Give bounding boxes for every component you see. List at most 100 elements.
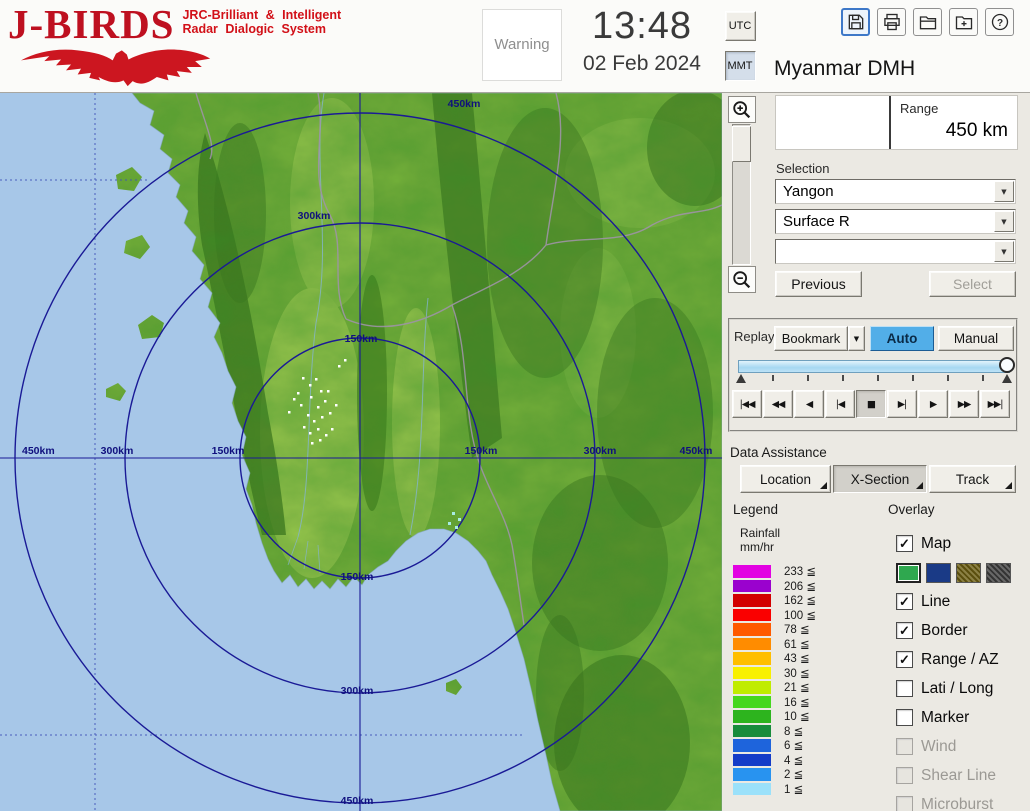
previous-button[interactable]: Previous xyxy=(775,271,862,297)
legend-row: 8 ≦ xyxy=(733,724,816,739)
legend-row-label: 10 ≦ xyxy=(784,709,810,723)
overlay-item-label: Map xyxy=(921,535,951,553)
site-select[interactable]: Yangon ▼ xyxy=(775,179,1016,204)
range-label-bottom-300: 300km xyxy=(341,685,374,697)
legend-color-swatch xyxy=(733,638,771,651)
zoom-scrollbar-thumb[interactable] xyxy=(732,126,751,162)
save-icon xyxy=(846,12,866,32)
legend-row-label: 4 ≦ xyxy=(784,753,803,767)
legend-color-swatch xyxy=(733,710,771,723)
open-folder-button[interactable] xyxy=(913,8,942,36)
bookmark-dropdown-icon[interactable]: ▼ xyxy=(848,326,865,351)
lati-long-checkbox[interactable] xyxy=(896,680,913,697)
track-button[interactable]: Track xyxy=(929,465,1016,493)
bookmark-button[interactable]: Bookmark xyxy=(774,326,848,351)
open-folder-icon xyxy=(918,12,938,32)
overlay-item-shear-line: Shear Line xyxy=(896,761,1028,790)
legend-row: 30 ≦ xyxy=(733,666,816,681)
legend-row: 1 ≦ xyxy=(733,782,816,797)
legend-row-label: 43 ≦ xyxy=(784,651,810,665)
location-button[interactable]: Location xyxy=(740,465,831,493)
chevron-down-icon[interactable]: ▼ xyxy=(994,241,1014,262)
map-checkbox[interactable]: ✓ xyxy=(896,535,913,552)
import-folder-button[interactable] xyxy=(949,8,978,36)
chevron-down-icon[interactable]: ▼ xyxy=(994,211,1014,232)
legend-color-swatch xyxy=(733,754,771,767)
legend-row: 162 ≦ xyxy=(733,593,816,608)
range-az-checkbox[interactable]: ✓ xyxy=(896,651,913,668)
print-button[interactable] xyxy=(877,8,906,36)
overlay-item-label: Marker xyxy=(921,709,969,727)
legend-row: 206 ≦ xyxy=(733,579,816,594)
legend-row-label: 1 ≦ xyxy=(784,782,803,796)
map-color-gray-swatch[interactable] xyxy=(986,563,1011,583)
timeline-track[interactable] xyxy=(738,360,1010,373)
map-color-olive-swatch[interactable] xyxy=(956,563,981,583)
product-select-value: Surface R xyxy=(783,213,850,230)
help-button[interactable]: ? xyxy=(985,8,1014,36)
extra-select[interactable]: ▼ xyxy=(775,239,1016,264)
save-button[interactable] xyxy=(841,8,870,36)
eagle-logo-icon xyxy=(10,47,222,87)
manual-mode-button[interactable]: Manual xyxy=(938,326,1014,351)
range-label-right-150: 150km xyxy=(465,445,498,457)
overlay-item-label: Line xyxy=(921,593,950,611)
playback-step-forward[interactable]: ▶| xyxy=(887,390,917,418)
legend-row: 233 ≦ xyxy=(733,564,816,579)
site-select-value: Yangon xyxy=(783,183,834,200)
playback-stop[interactable]: ■ xyxy=(856,390,886,418)
warning-label: Warning xyxy=(494,36,549,53)
overlay-title: Overlay xyxy=(888,502,935,517)
radar-map[interactable]: 450km 300km 150km 450km 300km 150km 150k… xyxy=(0,93,722,811)
legend-row: 100 ≦ xyxy=(733,608,816,623)
jbirds-app: J-BIRDS JRC-Brilliant & Intelligent Rada… xyxy=(0,0,1030,811)
playback-fast-rewind[interactable]: ◀◀ xyxy=(763,390,793,418)
map-color-green-swatch[interactable] xyxy=(896,563,921,583)
legend-color-swatch xyxy=(733,696,771,709)
playback-fast-forward[interactable]: ▶▶ xyxy=(949,390,979,418)
range-label-top-450: 450km xyxy=(448,98,481,110)
legend-color-swatch xyxy=(733,580,771,593)
replay-timeline xyxy=(738,358,1010,386)
playback-skip-to-start[interactable]: |◀◀ xyxy=(732,390,762,418)
legend-row-label: 61 ≦ xyxy=(784,637,810,651)
auto-mode-button[interactable]: Auto xyxy=(870,326,934,351)
range-label: Range xyxy=(900,101,938,116)
range-label-bottom-150: 150km xyxy=(341,571,374,583)
legend-row-label: 206 ≦ xyxy=(784,579,816,593)
utc-button[interactable]: UTC xyxy=(725,11,756,41)
legend-row: 4 ≦ xyxy=(733,753,816,768)
xsection-button[interactable]: X-Section xyxy=(833,465,927,493)
playback-skip-to-end[interactable]: ▶▶| xyxy=(980,390,1010,418)
header: J-BIRDS JRC-Brilliant & Intelligent Rada… xyxy=(0,0,1030,93)
border-checkbox[interactable]: ✓ xyxy=(896,622,913,639)
overlay-item-label: Range / AZ xyxy=(921,651,999,669)
zoom-control xyxy=(725,96,758,293)
zoom-in-button[interactable] xyxy=(728,96,756,123)
map-color-navy-swatch[interactable] xyxy=(926,563,951,583)
playback-play-reverse[interactable]: ◀ xyxy=(794,390,824,418)
timeline-thumb[interactable] xyxy=(999,357,1015,373)
import-folder-icon xyxy=(954,12,974,32)
zoom-out-button[interactable] xyxy=(728,266,756,293)
map-color-scheme-row xyxy=(896,558,1028,587)
zoom-scrollbar-track[interactable] xyxy=(732,124,751,265)
line-checkbox[interactable]: ✓ xyxy=(896,593,913,610)
map-svg: 450km 300km 150km 450km 300km 150km 150k… xyxy=(0,93,722,811)
playback-step-back[interactable]: |◀ xyxy=(825,390,855,418)
overlay-item-lati-long: Lati / Long xyxy=(896,674,1028,703)
control-panel: Range 450 km Selection Yangon ▼ Surface … xyxy=(722,93,1030,811)
chevron-down-icon[interactable]: ▼ xyxy=(994,181,1014,202)
shear-line-checkbox xyxy=(896,767,913,784)
playback-controls: |◀◀ ◀◀ ◀ |◀ ■ ▶| ▶ ▶▶ ▶▶| xyxy=(732,390,1010,418)
replay-label: Replay xyxy=(734,329,774,344)
mmt-button[interactable]: MMT xyxy=(725,51,756,81)
playback-play[interactable]: ▶ xyxy=(918,390,948,418)
logo-subtitle-line1: JRC-Brilliant & Intelligent xyxy=(182,8,341,22)
help-icon: ? xyxy=(990,12,1010,32)
marker-checkbox[interactable] xyxy=(896,709,913,726)
product-select[interactable]: Surface R ▼ xyxy=(775,209,1016,234)
range-label-left-450: 450km xyxy=(22,445,55,457)
range-label-left-300: 300km xyxy=(101,445,134,457)
legend-row: 10 ≦ xyxy=(733,709,816,724)
